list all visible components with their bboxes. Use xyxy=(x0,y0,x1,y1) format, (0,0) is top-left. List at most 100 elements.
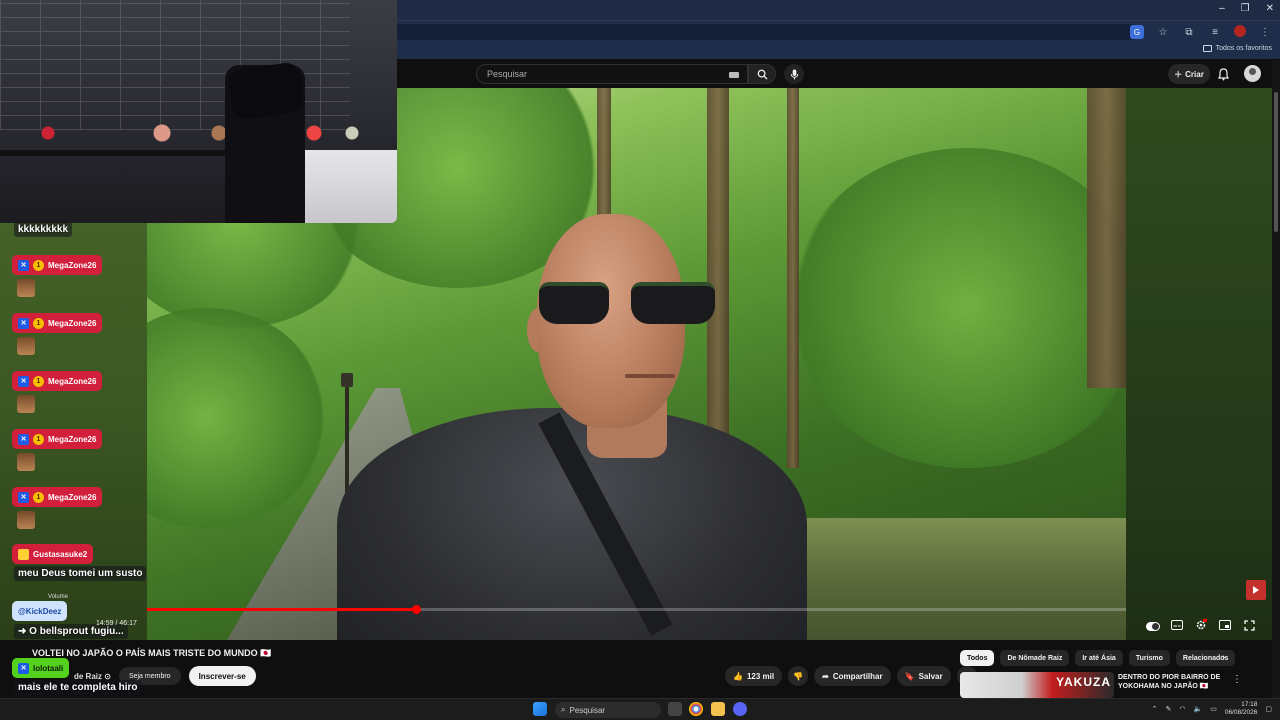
chip[interactable]: Ir até Ásia xyxy=(1075,650,1123,666)
recommendation-title[interactable]: DENTRO DO PIOR BAIRRO DE YOKOHAMA NO JAP… xyxy=(1118,673,1228,691)
address-bar[interactable] xyxy=(300,24,1140,40)
like-count: 123 mil xyxy=(746,671,775,681)
fullscreen-icon[interactable] xyxy=(1242,618,1256,632)
sunglasses-lens xyxy=(631,282,715,324)
chat-username: MegaZone26 xyxy=(48,318,97,328)
time-display: 14:59 / 46:17 xyxy=(96,620,137,627)
all-bookmarks[interactable]: Todos os favoritos xyxy=(1202,45,1272,52)
channel-watermark-icon[interactable] xyxy=(1246,580,1266,600)
badge-x-icon: ✕ xyxy=(18,317,29,329)
desk xyxy=(305,150,397,223)
badge-one-icon: 1 xyxy=(33,259,44,271)
badge-x-icon: ✕ xyxy=(18,662,29,674)
search-placeholder: Pesquisar xyxy=(487,69,528,79)
chip[interactable]: De Nômade Raiz xyxy=(1000,650,1070,666)
chip[interactable]: Relacionados xyxy=(1175,650,1236,666)
close-icon[interactable]: ✕ xyxy=(1266,3,1274,14)
battery-icon[interactable]: ▭ xyxy=(1210,705,1217,713)
chat-username-badge[interactable]: ✕ 1 MegaZone26 xyxy=(12,429,103,449)
chat-username: MegaZone26 xyxy=(48,260,97,270)
tree-trunk xyxy=(787,88,799,468)
chat-username-badge[interactable]: ✕ 1 MegaZone26 xyxy=(12,255,103,275)
autoplay-toggle[interactable] xyxy=(1146,618,1160,632)
taskbar-search[interactable]: ⌕ Pesquisar xyxy=(555,702,661,718)
search-button[interactable] xyxy=(748,64,776,84)
recommendation-thumbnail[interactable]: YAKUZA xyxy=(960,672,1114,698)
clock[interactable]: 17:18 06/08/2026 xyxy=(1225,701,1258,717)
discord-icon[interactable] xyxy=(733,702,747,716)
chat-message-text: meu Deus tomei um susto xyxy=(18,568,143,579)
media-icon[interactable]: ≡ xyxy=(1208,25,1222,39)
translate-icon[interactable]: G xyxy=(1130,25,1144,39)
voice-search-button[interactable] xyxy=(784,64,804,84)
chat-username-badge[interactable]: ✕ 1 MegaZone26 xyxy=(12,371,103,391)
search-icon: ⌕ xyxy=(561,705,566,714)
chat-username-badge[interactable]: ✕ lolotaali xyxy=(12,658,70,678)
wifi-icon[interactable]: ◠ xyxy=(1179,705,1185,713)
thumbs-up-icon: 👍 xyxy=(733,671,743,681)
video-info: VOLTEI NO JAPÃO O PAÍS MAIS TRISTE DO MU… xyxy=(0,640,1280,698)
chat-username-badge[interactable]: ✕ 1 MegaZone26 xyxy=(12,313,103,333)
settings-gear-icon[interactable] xyxy=(1194,618,1208,632)
related-chips: Todos De Nômade Raiz Ir até Ásia Turismo Rel… xyxy=(960,650,1236,666)
thumbs-down-icon: 👎 xyxy=(793,671,804,681)
progress-bar[interactable] xyxy=(147,605,1126,614)
chat-message-text: O bellsprout fugiu... xyxy=(29,626,124,637)
clock-date: 06/08/2026 xyxy=(1224,709,1258,716)
chip[interactable]: Todos xyxy=(960,650,995,666)
chat-username-badge[interactable]: Gustasasuke2 xyxy=(12,544,94,564)
windows-start-icon[interactable] xyxy=(533,702,547,716)
create-label: Criar xyxy=(1185,69,1204,79)
subtitles-icon[interactable] xyxy=(1170,618,1184,632)
miniplayer-icon[interactable] xyxy=(1218,618,1232,632)
dislike-button[interactable]: 👎 xyxy=(788,666,809,686)
save-button[interactable]: 🔖 Salvar xyxy=(896,666,951,686)
foliage xyxy=(787,148,1126,468)
profile-icon[interactable] xyxy=(1234,25,1246,37)
badge-one-icon: 1 xyxy=(33,317,44,329)
progress-scrubber[interactable] xyxy=(412,605,421,614)
chrome-icon[interactable] xyxy=(689,702,703,716)
restore-icon[interactable]: ❐ xyxy=(1241,3,1250,14)
player-controls-right xyxy=(1146,618,1256,632)
minimize-icon[interactable]: – xyxy=(1219,3,1225,14)
chat-emote-icon xyxy=(17,279,35,297)
crown-icon xyxy=(18,548,29,560)
shelf-figures xyxy=(10,115,390,151)
chevron-right-icon[interactable]: › xyxy=(1222,652,1225,663)
streamer-webcam xyxy=(0,0,397,223)
task-view-icon[interactable] xyxy=(668,702,682,716)
chat-username-badge[interactable]: @KickDeez xyxy=(12,601,68,621)
chat-username: MegaZone26 xyxy=(48,434,97,444)
chat-username: Gustasasuke2 xyxy=(33,549,88,559)
badge-one-icon: 1 xyxy=(33,375,44,387)
badge-x-icon: ✕ xyxy=(18,259,29,271)
subscribe-button[interactable]: Inscrever-se xyxy=(188,666,256,686)
scrollbar-thumb[interactable] xyxy=(1274,92,1278,232)
keyboard-icon[interactable] xyxy=(729,72,739,78)
create-button[interactable]: ＋ Criar xyxy=(1168,64,1210,84)
chat-message: kkkkkkkkk xyxy=(14,222,73,237)
share-button[interactable]: ➦ Compartilhar xyxy=(814,666,891,686)
notifications-button[interactable] xyxy=(1216,66,1230,82)
star-icon[interactable]: ☆ xyxy=(1156,25,1170,39)
chevron-up-icon[interactable]: ⌃ xyxy=(1152,705,1158,713)
chat-username-badge[interactable]: ✕ 1 MegaZone26 xyxy=(12,487,103,507)
chip[interactable]: Turismo xyxy=(1128,650,1170,666)
kebab-menu-icon[interactable]: ⋮ xyxy=(1232,674,1242,685)
chat-message-text: kkkkkkkkk xyxy=(18,224,69,235)
speaker-icon[interactable]: 🔈 xyxy=(1193,705,1202,713)
chat-emote-icon xyxy=(17,511,35,529)
account-avatar[interactable] xyxy=(1244,65,1261,82)
taskbar-search-label: Pesquisar xyxy=(569,705,606,715)
notification-icon[interactable]: ▢ xyxy=(1265,705,1272,713)
pen-icon[interactable]: ✎ xyxy=(1166,705,1172,713)
extensions-icon[interactable]: ⧉ xyxy=(1182,25,1196,39)
file-explorer-icon[interactable] xyxy=(711,702,725,716)
search-input[interactable]: Pesquisar xyxy=(476,64,748,84)
foliage xyxy=(147,308,327,528)
video-title: VOLTEI NO JAPÃO O PAÍS MAIS TRISTE DO MU… xyxy=(32,648,272,658)
kebab-menu-icon[interactable]: ⋮ xyxy=(1258,25,1272,39)
chat-username: lolotaali xyxy=(33,663,64,673)
like-button[interactable]: 👍 123 mil xyxy=(725,666,783,686)
